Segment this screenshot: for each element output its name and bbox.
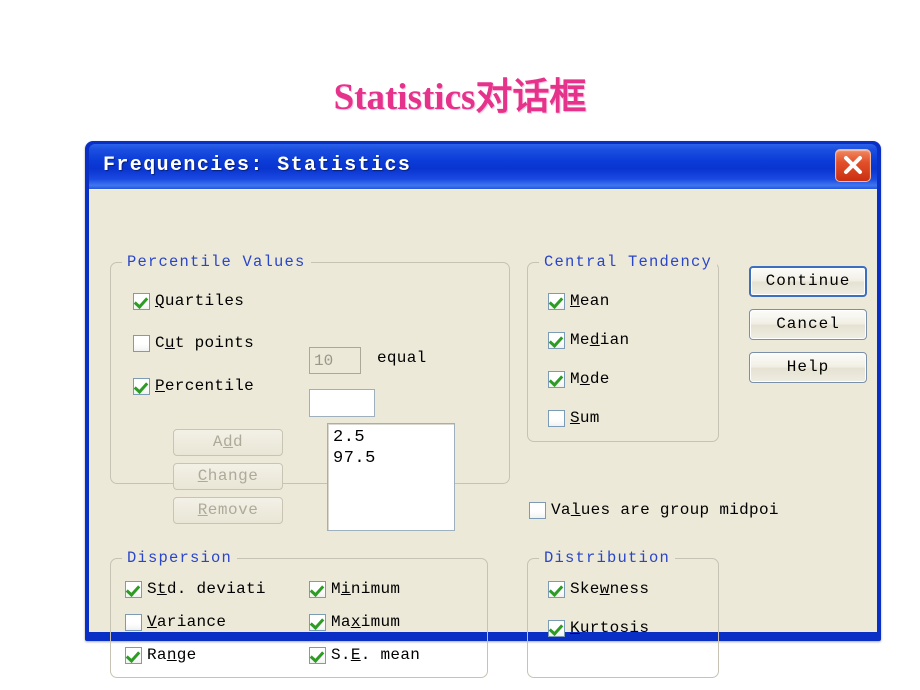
checkbox-std-deviation[interactable]: Std. deviati xyxy=(125,581,266,598)
percentile-input[interactable] xyxy=(309,389,375,417)
checkbox-cut-points[interactable]: Cut points xyxy=(133,335,254,352)
checkbox-maximum[interactable]: Maximum xyxy=(309,614,400,631)
checkbox-quartiles-label: Quartiles xyxy=(155,292,245,310)
checkbox-percentile[interactable]: Percentile xyxy=(133,378,254,395)
checkbox-percentile-label: Percentile xyxy=(155,377,255,395)
dialog-titlebar[interactable]: Frequencies: Statistics xyxy=(89,144,877,189)
checkbox-mode-label: Mode xyxy=(570,370,610,388)
checkbox-variance-label: Variance xyxy=(147,613,227,631)
continue-button[interactable]: Continue xyxy=(749,266,867,297)
checkbox-skewness[interactable]: Skewness xyxy=(548,581,649,598)
checkbox-values-midpoints-box[interactable] xyxy=(529,502,546,519)
checkbox-variance-box[interactable] xyxy=(125,614,142,631)
checkbox-quartiles-box[interactable] xyxy=(133,293,150,310)
group-dispersion-legend: Dispersion xyxy=(122,549,238,567)
checkbox-sum[interactable]: Sum xyxy=(548,410,600,427)
checkbox-range[interactable]: Range xyxy=(125,647,197,664)
checkbox-minimum[interactable]: Minimum xyxy=(309,581,400,598)
checkbox-kurtosis-box[interactable] xyxy=(548,620,565,637)
checkbox-quartiles[interactable]: Quartiles xyxy=(133,293,244,310)
checkbox-mean[interactable]: Mean xyxy=(548,293,610,310)
checkbox-std-deviation-box[interactable] xyxy=(125,581,142,598)
group-percentile-values: Percentile Values Quartiles Cut points 1… xyxy=(110,253,510,531)
checkbox-values-midpoints-label: Values are group midpoi xyxy=(551,501,779,519)
checkbox-sum-box[interactable] xyxy=(548,410,565,427)
checkbox-sum-label: Sum xyxy=(570,409,600,427)
checkbox-minimum-label: Minimum xyxy=(331,580,401,598)
checkbox-kurtosis-label: Kurtosis xyxy=(570,619,650,637)
change-button[interactable]: Change xyxy=(173,463,283,490)
checkbox-skewness-label: Skewness xyxy=(570,580,650,598)
list-item[interactable]: 97.5 xyxy=(333,448,449,469)
checkbox-maximum-label: Maximum xyxy=(331,613,401,631)
checkbox-kurtosis[interactable]: Kurtosis xyxy=(548,620,649,637)
checkbox-skewness-box[interactable] xyxy=(548,581,565,598)
statistics-dialog: Frequencies: Statistics Percentile Value… xyxy=(85,141,881,678)
remove-button[interactable]: Remove xyxy=(173,497,283,524)
checkbox-variance[interactable]: Variance xyxy=(125,614,226,631)
checkbox-minimum-box[interactable] xyxy=(309,581,326,598)
checkbox-mean-label: Mean xyxy=(570,292,610,310)
group-dispersion: Dispersion Std. deviati Variance Range M… xyxy=(110,549,488,678)
checkbox-range-label: Range xyxy=(147,646,197,664)
checkbox-mean-box[interactable] xyxy=(548,293,565,310)
checkbox-mode-box[interactable] xyxy=(548,371,565,388)
group-central-tendency-legend: Central Tendency xyxy=(539,253,718,271)
checkbox-median[interactable]: Median xyxy=(548,332,629,349)
checkbox-cut-points-label: Cut points xyxy=(155,334,255,352)
add-button[interactable]: Add xyxy=(173,429,283,456)
checkbox-median-box[interactable] xyxy=(548,332,565,349)
cancel-button[interactable]: Cancel xyxy=(749,309,867,340)
group-distribution-legend: Distribution xyxy=(539,549,676,567)
checkbox-percentile-box[interactable] xyxy=(133,378,150,395)
checkbox-maximum-box[interactable] xyxy=(309,614,326,631)
checkbox-se-mean-box[interactable] xyxy=(309,647,326,664)
group-percentile-values-legend: Percentile Values xyxy=(122,253,311,271)
page-title: Statistics对话框 xyxy=(333,77,587,118)
group-central-tendency: Central Tendency Mean Median Mode Sum xyxy=(527,253,719,442)
checkbox-values-are-group-midpoints[interactable]: Values are group midpoi xyxy=(529,502,779,519)
close-icon[interactable] xyxy=(835,149,871,182)
list-item[interactable]: 2.5 xyxy=(333,427,449,448)
dialog-title: Frequencies: Statistics xyxy=(103,154,412,177)
group-distribution: Distribution Skewness Kurtosis xyxy=(527,549,719,678)
dialog-body: Percentile Values Quartiles Cut points 1… xyxy=(89,189,877,678)
cut-points-input[interactable]: 10 xyxy=(309,347,361,374)
checkbox-range-box[interactable] xyxy=(125,647,142,664)
equal-label: equal xyxy=(377,349,427,367)
checkbox-cut-points-box[interactable] xyxy=(133,335,150,352)
checkbox-mode[interactable]: Mode xyxy=(548,371,610,388)
checkbox-se-mean[interactable]: S.E. mean xyxy=(309,647,420,664)
checkbox-se-mean-label: S.E. mean xyxy=(331,646,421,664)
checkbox-median-label: Median xyxy=(570,331,630,349)
checkbox-std-deviation-label: Std. deviati xyxy=(147,580,266,598)
help-button[interactable]: Help xyxy=(749,352,867,383)
percentile-list-box[interactable]: 2.5 97.5 xyxy=(327,423,455,531)
